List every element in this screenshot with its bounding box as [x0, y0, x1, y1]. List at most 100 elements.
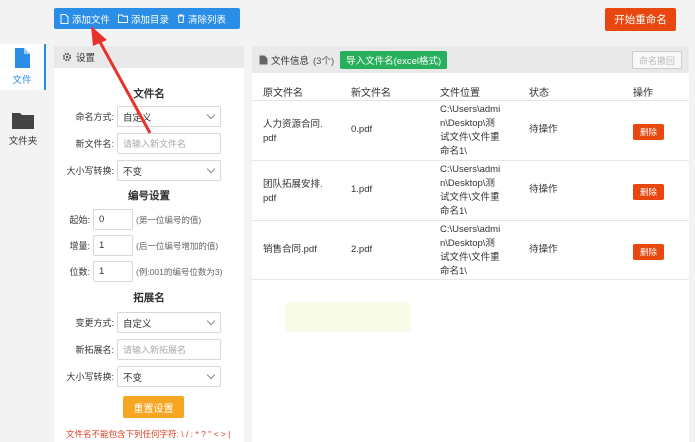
col-location: 文件位置 [440, 88, 480, 99]
increment-label: 增量: [69, 241, 90, 251]
digits-hint: (例:001的编号位数为3) [136, 266, 223, 277]
add-file-button[interactable]: 添加文件 [60, 12, 110, 26]
case-row: 大小写转换: 不变 [54, 160, 221, 181]
extension-section-title: 拓展名 [133, 292, 165, 304]
delete-button[interactable]: 删除 [633, 124, 664, 140]
col-action: 操作 [633, 88, 653, 99]
settings-title: 设置 [76, 53, 96, 64]
settings-header: 设置 [54, 46, 244, 68]
folder-icon [12, 113, 34, 129]
ext-mode-row: 变更方式: 自定义 [54, 312, 221, 333]
start-hint: (第一位编号的值) [136, 214, 202, 225]
location-line: C:\Users\admi [440, 164, 501, 175]
digits-row: 位数: 1 (例:001的编号位数为3) [54, 261, 222, 282]
undo-rename-button[interactable]: 命名撤回 [632, 51, 682, 69]
file-icon [60, 13, 69, 24]
table-row: 销售合同.pdf 2.pdf C:\Users\admi n\Desktop\测试… [252, 220, 689, 280]
file-location: C:\Users\admi n\Desktop\测 试文件\文件重 命名1\ [440, 223, 500, 279]
trash-icon [177, 14, 185, 23]
ext-case-select[interactable]: 不变 [117, 366, 221, 387]
col-original-name: 原文件名 [263, 88, 303, 99]
file-info-label: 文件信息 [271, 55, 310, 67]
ext-mode-select[interactable]: 自定义 [117, 312, 221, 333]
faded-overlay [285, 302, 410, 332]
delete-button[interactable]: 删除 [633, 244, 664, 260]
ext-case-value: 不变 [123, 372, 143, 384]
folder-icon [118, 14, 129, 23]
location-line: n\Desktop\测 [440, 238, 495, 249]
file-location: C:\Users\admi n\Desktop\测 试文件\文件重 命名1\ [440, 163, 500, 219]
digits-label: 位数: [69, 267, 90, 277]
chevron-down-icon [206, 370, 216, 380]
clear-list-label: 清除列表 [188, 14, 227, 26]
new-name: 1.pdf [351, 184, 373, 195]
delete-button[interactable]: 删除 [633, 184, 664, 200]
start-rename-button[interactable]: 开始重命名 [605, 8, 676, 31]
new-name: 0.pdf [351, 124, 373, 135]
increment-hint: (后一位编号增加的值) [136, 240, 219, 251]
gear-icon [62, 52, 72, 62]
add-directory-button[interactable]: 添加目录 [118, 12, 169, 26]
col-status: 状态 [529, 88, 549, 99]
file-icon [259, 55, 268, 64]
table-row: 团队拓展安排. pdf 1.pdf C:\Users\admi n\Desktop\… [252, 160, 689, 220]
import-excel-button[interactable]: 导入文件名(excel格式) [340, 50, 448, 69]
status: 待操作 [529, 184, 558, 195]
chevron-down-icon [206, 316, 216, 326]
naming-mode-select[interactable]: 自定义 [117, 106, 221, 127]
location-line: 命名1\ [440, 146, 467, 157]
reset-settings-button[interactable]: 重置设置 [123, 396, 184, 418]
nav-item-folder[interactable]: 文件夹 [0, 106, 46, 152]
new-name-input[interactable]: 请输入新文件名 [117, 133, 221, 154]
status: 待操作 [529, 244, 558, 255]
nav-folder-label: 文件夹 [8, 136, 38, 147]
original-name: 销售合同.pdf [263, 244, 317, 255]
add-file-label: 添加文件 [72, 14, 111, 26]
nav-item-file[interactable]: 文件 [0, 44, 46, 90]
file-info-header: 文件信息 (3个) 导入文件名(excel格式) 命名撤回 [252, 46, 689, 73]
status: 待操作 [529, 124, 558, 135]
new-ext-row: 新拓展名: 请输入新拓展名 [54, 339, 221, 360]
ext-case-row: 大小写转换: 不变 [54, 366, 221, 387]
new-ext-label: 新拓展名: [75, 345, 114, 355]
filename-section-title: 文件名 [133, 88, 165, 100]
col-new-name: 新文件名 [351, 88, 391, 99]
original-name-line: pdf [263, 193, 277, 204]
location-line: n\Desktop\测 [440, 118, 495, 129]
nav-file-label: 文件 [12, 75, 32, 86]
location-line: 命名1\ [440, 266, 467, 277]
new-name: 2.pdf [351, 244, 373, 255]
original-name-line: 人力资源合同. [263, 119, 323, 130]
start-label: 起始: [69, 215, 90, 225]
clear-list-button[interactable]: 清除列表 [177, 12, 226, 26]
location-line: n\Desktop\测 [440, 178, 495, 189]
naming-mode-label: 命名方式: [75, 112, 114, 122]
case-value: 不变 [123, 166, 143, 178]
new-name-label: 新文件名: [75, 139, 114, 149]
case-select[interactable]: 不变 [117, 160, 221, 181]
ext-mode-value: 自定义 [123, 318, 152, 330]
original-name: 团队拓展安排. pdf [263, 178, 323, 206]
toolbar-button-group: 添加文件 添加目录 清除列表 [54, 8, 240, 29]
table-row: 人力资源合同. pdf 0.pdf C:\Users\admi n\Desktop\… [252, 100, 689, 160]
top-toolbar: 添加文件 添加目录 清除列表 开始重命名 [0, 0, 695, 38]
original-name: 人力资源合同. pdf [263, 118, 323, 146]
increment-input[interactable]: 1 [93, 235, 133, 256]
new-ext-input[interactable]: 请输入新拓展名 [117, 339, 221, 360]
increment-row: 增量: 1 (后一位编号增加的值) [54, 235, 218, 256]
ext-case-label: 大小写转换: [66, 372, 114, 382]
location-line: C:\Users\admi [440, 104, 501, 115]
file-count: (3个) [313, 55, 335, 67]
chevron-down-icon [206, 110, 216, 120]
location-line: 试文件\文件重 [440, 192, 500, 203]
digits-input[interactable]: 1 [93, 261, 133, 282]
invalid-characters-warning: 文件名不能包含下列任何字符: \ / : * ? " < > | [66, 429, 231, 439]
location-line: 试文件\文件重 [440, 252, 500, 263]
original-name-line: pdf [263, 133, 277, 144]
original-name-line: 团队拓展安排. [263, 179, 323, 190]
ext-mode-label: 变更方式: [75, 318, 114, 328]
location-line: 命名1\ [440, 206, 467, 217]
new-name-row: 新文件名: 请输入新文件名 [54, 133, 221, 154]
start-input[interactable]: 0 [93, 209, 133, 230]
start-row: 起始: 0 (第一位编号的值) [54, 209, 201, 230]
